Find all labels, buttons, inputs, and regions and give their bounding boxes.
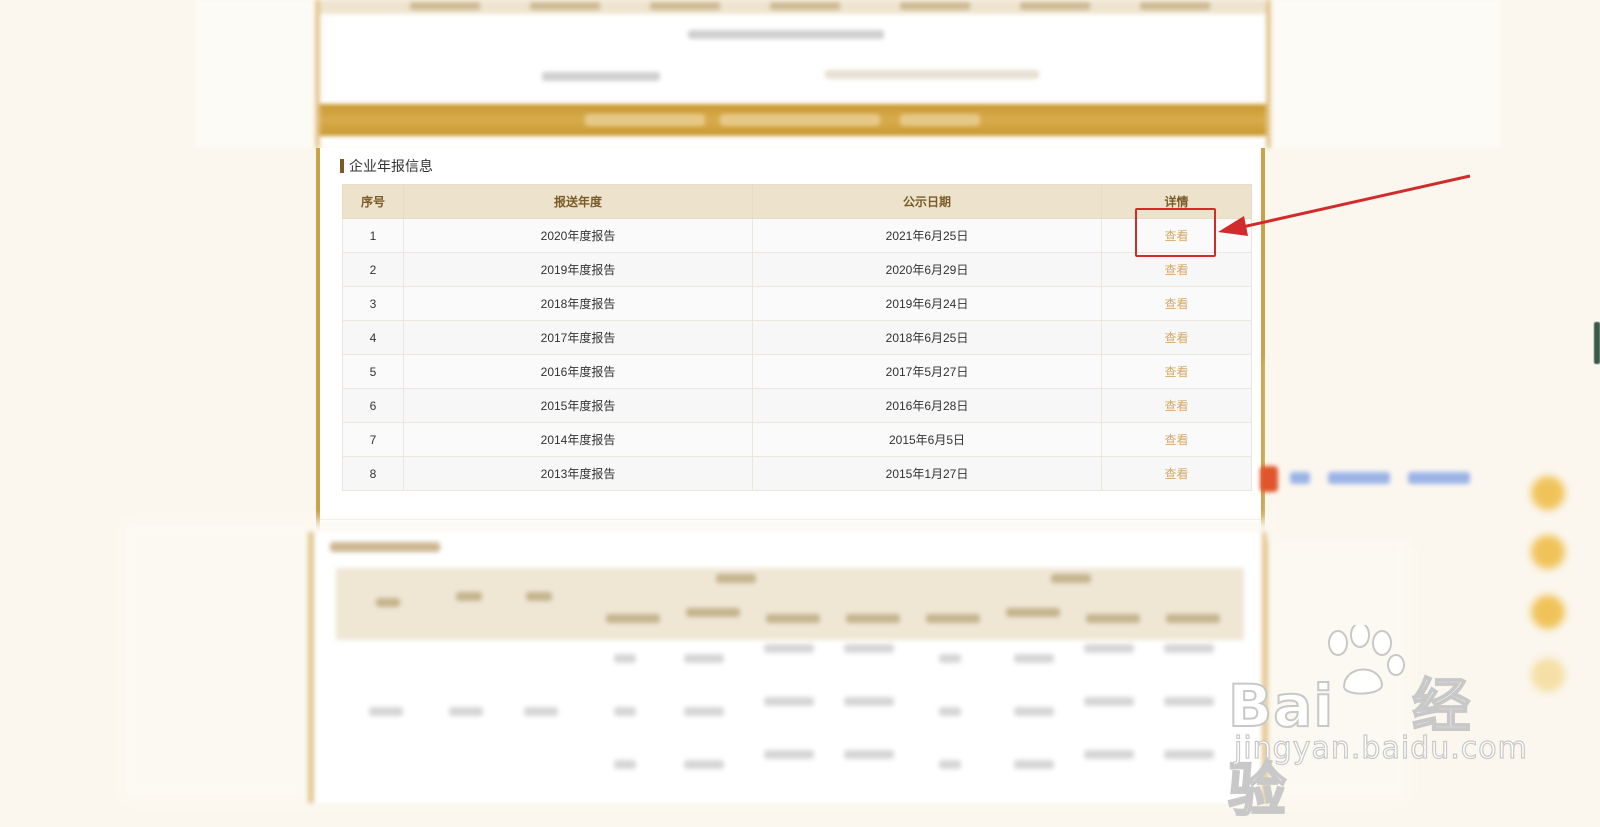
view-report-link[interactable]: 查看 <box>1164 331 1188 345</box>
view-report-link[interactable]: 查看 <box>1164 433 1188 447</box>
cell-index: 2 <box>342 252 404 287</box>
cell-details: 查看 <box>1101 286 1252 321</box>
cell-index: 4 <box>342 320 404 355</box>
blurred-float-icon <box>1531 595 1565 629</box>
table-row: 7 2014年度报告 2015年6月5日 查看 <box>342 422 1252 457</box>
table-row: 1 2020年度报告 2021年6月25日 查看 <box>342 218 1252 253</box>
table-row: 8 2013年度报告 2015年1月27日 查看 <box>342 456 1252 491</box>
cell-details: 查看 <box>1101 252 1252 287</box>
table-header-row: 序号 报送年度 公示日期 详情 <box>342 184 1252 219</box>
blurred-lower-table <box>308 532 1268 803</box>
cell-report-year: 2016年度报告 <box>403 354 753 389</box>
cell-publish-date: 2018年6月25日 <box>752 320 1102 355</box>
cell-report-year: 2018年度报告 <box>403 286 753 321</box>
cell-index: 6 <box>342 388 404 423</box>
cell-report-year: 2020年度报告 <box>403 218 753 253</box>
blurred-gold-nav-bar <box>320 104 1266 136</box>
header-index: 序号 <box>342 184 404 219</box>
title-marker <box>340 159 344 173</box>
blurred-float-icon <box>1531 658 1565 692</box>
blurred-top-panel <box>195 0 1501 148</box>
cell-publish-date: 2016年6月28日 <box>752 388 1102 423</box>
cell-details: 查看 <box>1101 354 1252 389</box>
cell-index: 5 <box>342 354 404 389</box>
view-report-link[interactable]: 查看 <box>1164 263 1188 277</box>
blurred-link <box>1328 472 1390 484</box>
cell-index: 7 <box>342 422 404 457</box>
cell-publish-date: 2019年6月24日 <box>752 286 1102 321</box>
cell-report-year: 2019年度报告 <box>403 252 753 287</box>
view-report-link[interactable]: 查看 <box>1164 297 1188 311</box>
blurred-header-row <box>320 0 1266 14</box>
view-report-link[interactable]: 查看 <box>1164 399 1188 413</box>
blurred-top-content <box>315 0 1271 148</box>
cell-index: 1 <box>342 218 404 253</box>
cell-details: 查看 <box>1101 388 1252 423</box>
blurred-float-icon <box>1531 476 1565 510</box>
view-report-link[interactable]: 查看 <box>1164 467 1188 481</box>
cell-report-year: 2014年度报告 <box>403 422 753 457</box>
view-report-link[interactable]: 查看 <box>1164 365 1188 379</box>
blurred-side-panel <box>1268 360 1600 540</box>
header-publish-date: 公示日期 <box>752 184 1102 219</box>
baidu-jingyan-watermark: Bai 经验 jingyan.baidu.com <box>1227 625 1528 825</box>
table-row: 4 2017年度报告 2018年6月25日 查看 <box>342 320 1252 355</box>
table-row: 2 2019年度报告 2020年6月29日 查看 <box>342 252 1252 287</box>
section-title-text: 企业年报信息 <box>349 158 433 174</box>
blurred-badge <box>1260 466 1278 492</box>
blurred-float-icon <box>1531 535 1565 569</box>
annual-report-table: 序号 报送年度 公示日期 详情 1 2020年度报告 2021年6月25日 查看… <box>342 184 1252 491</box>
section-title: 企业年报信息 <box>340 156 433 176</box>
cell-index: 8 <box>342 456 404 491</box>
table-row: 6 2015年度报告 2016年6月28日 查看 <box>342 388 1252 423</box>
cell-publish-date: 2017年5月27日 <box>752 354 1102 389</box>
table-row: 5 2016年度报告 2017年5月27日 查看 <box>342 354 1252 389</box>
cell-publish-date: 2020年6月29日 <box>752 252 1102 287</box>
cell-report-year: 2015年度报告 <box>403 388 753 423</box>
cell-index: 3 <box>342 286 404 321</box>
cell-publish-date: 2021年6月25日 <box>752 218 1102 253</box>
blurred-link <box>1290 472 1310 484</box>
cell-details: 查看 <box>1101 456 1252 491</box>
table-row: 3 2018年度报告 2019年6月24日 查看 <box>342 286 1252 321</box>
blurred-scrollbar <box>1594 322 1600 364</box>
cell-details: 查看 <box>1101 320 1252 355</box>
header-report-year: 报送年度 <box>403 184 753 219</box>
cell-report-year: 2013年度报告 <box>403 456 753 491</box>
cell-publish-date: 2015年6月5日 <box>752 422 1102 457</box>
cell-report-year: 2017年度报告 <box>403 320 753 355</box>
cell-details: 查看 <box>1101 422 1252 457</box>
annotation-highlight-box <box>1135 208 1216 257</box>
annual-report-card: 企业年报信息 序号 报送年度 公示日期 详情 1 2020年度报告 2021年6… <box>316 148 1265 532</box>
cell-publish-date: 2015年1月27日 <box>752 456 1102 491</box>
blurred-link <box>1408 472 1470 484</box>
watermark-url: jingyan.baidu.com <box>1233 730 1528 766</box>
